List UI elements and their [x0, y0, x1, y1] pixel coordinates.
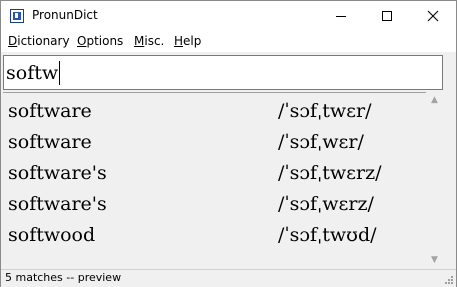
vertical-scrollbar[interactable]: ▲ ▼ [426, 92, 443, 269]
minimize-button[interactable] [318, 1, 364, 31]
list-item[interactable]: software /ˈsɔfˌtwɛr/ [3, 96, 427, 127]
minimize-icon [336, 16, 346, 17]
search-input[interactable] [6, 60, 436, 86]
entry-word: software [8, 131, 92, 153]
list-item[interactable]: softwood /ˈsɔfˌtwʊd/ [3, 220, 427, 251]
close-icon [427, 10, 439, 22]
app-icon[interactable] [10, 9, 24, 23]
scroll-up-arrow-icon[interactable]: ▲ [426, 92, 443, 109]
entry-word: softwood [8, 224, 96, 246]
menu-label: ptions [86, 34, 124, 48]
results-list[interactable]: software /ˈsɔfˌtwɛr/ software /ˈsɔfˌwɛr/… [3, 92, 443, 270]
maximize-button[interactable] [364, 1, 410, 31]
search-box[interactable] [3, 55, 443, 90]
entry-word: software [8, 100, 92, 122]
entry-pronunciation: /ˈsɔfˌtwɛr/ [278, 100, 372, 122]
list-item[interactable]: software's /ˈsɔfˌtwɛrz/ [3, 158, 427, 189]
app-window: PronunDict Dictionary Options Misc. Help… [0, 0, 457, 287]
menu-options[interactable]: Options [77, 34, 123, 48]
status-text: 5 matches -- preview [5, 271, 122, 284]
menu-accelerator: D [8, 34, 18, 48]
menu-label: elp [183, 34, 202, 48]
menu-label: ictionary [17, 34, 70, 48]
menu-dictionary[interactable]: Dictionary [8, 34, 70, 48]
entry-pronunciation: /ˈsɔfˌtwʊd/ [278, 224, 377, 246]
menu-misc[interactable]: Misc. [134, 34, 164, 48]
entry-pronunciation: /ˈsɔfˌtwɛrz/ [278, 162, 382, 184]
entry-word: software's [8, 162, 107, 184]
scroll-down-arrow-icon[interactable]: ▼ [426, 252, 443, 269]
list-item[interactable]: software's /ˈsɔfˌwɛrz/ [3, 189, 427, 220]
title-bar[interactable]: PronunDict [1, 1, 456, 31]
menu-accelerator: M [134, 34, 145, 48]
entry-pronunciation: /ˈsɔfˌwɛr/ [278, 131, 364, 153]
resize-grip-icon[interactable] [444, 275, 454, 285]
window-title: PronunDict [32, 8, 98, 22]
list-item[interactable]: software /ˈsɔfˌwɛr/ [3, 127, 427, 158]
app-icon-mark [15, 13, 18, 18]
status-bar: 5 matches -- preview [1, 269, 456, 287]
menu-accelerator: H [174, 34, 184, 48]
menu-help[interactable]: Help [174, 34, 201, 48]
text-caret [59, 61, 60, 85]
entry-word: software's [8, 193, 107, 215]
menu-bar: Dictionary Options Misc. Help [1, 31, 456, 52]
close-button[interactable] [410, 1, 456, 31]
entry-pronunciation: /ˈsɔfˌwɛrz/ [278, 193, 374, 215]
maximize-icon [382, 11, 392, 21]
menu-label: isc. [144, 34, 165, 48]
